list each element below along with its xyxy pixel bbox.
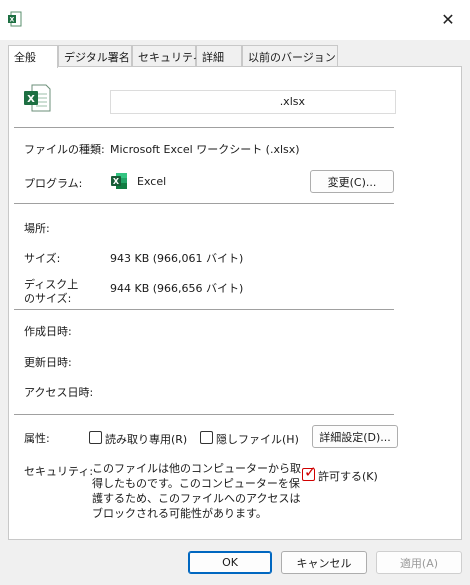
properties-dialog: X ✕ 全般 デジタル署名 セキュリティ 詳細 以前のバージョン X .xlsx… bbox=[0, 0, 470, 585]
allow-label[interactable]: 許可する(K) bbox=[318, 468, 378, 484]
tab-bar: 全般 デジタル署名 セキュリティ 詳細 以前のバージョン bbox=[8, 45, 462, 68]
ok-button[interactable]: OK bbox=[188, 551, 272, 574]
title-bar: X ✕ bbox=[0, 0, 470, 40]
attributes-label: 属性: bbox=[24, 432, 50, 445]
tab-security[interactable]: セキュリティ bbox=[132, 45, 203, 67]
svg-text:X: X bbox=[113, 177, 120, 186]
dates-values bbox=[95, 318, 247, 402]
excel-app-icon: X bbox=[110, 172, 128, 190]
apply-button[interactable]: 適用(A) bbox=[376, 551, 462, 574]
file-name-input[interactable]: .xlsx bbox=[110, 90, 396, 114]
hidden-label[interactable]: 隠しファイル(H) bbox=[216, 431, 299, 447]
tab-digital-signature[interactable]: デジタル署名 bbox=[58, 45, 132, 67]
svg-text:X: X bbox=[10, 17, 15, 24]
change-program-button[interactable]: 変更(C)... bbox=[310, 170, 394, 193]
created-label: 作成日時: bbox=[24, 325, 72, 338]
separator bbox=[14, 309, 394, 310]
location-value bbox=[102, 216, 282, 238]
hidden-checkbox[interactable] bbox=[200, 431, 213, 444]
accessed-label: アクセス日時: bbox=[24, 386, 94, 399]
size-on-disk-value: 944 KB (966,656 バイト) bbox=[110, 282, 244, 295]
separator bbox=[14, 203, 394, 204]
checkmark-icon: ✓ bbox=[304, 463, 317, 481]
program-value: Excel bbox=[137, 175, 167, 188]
close-icon[interactable]: ✕ bbox=[430, 6, 466, 32]
security-label: セキュリティ: bbox=[24, 465, 94, 478]
advanced-attributes-button[interactable]: 詳細設定(D)... bbox=[312, 425, 398, 448]
tab-previous-versions[interactable]: 以前のバージョン bbox=[242, 45, 338, 67]
tab-details[interactable]: 詳細 bbox=[196, 45, 242, 67]
modified-label: 更新日時: bbox=[24, 356, 72, 369]
file-type-label: ファイルの種類: bbox=[24, 143, 105, 156]
separator bbox=[14, 414, 394, 415]
security-warning-text: このファイルは他のコンピューターから取得したものです。このコンピューターを保護す… bbox=[92, 462, 301, 520]
program-label: プログラム: bbox=[24, 177, 83, 190]
separator bbox=[14, 127, 394, 128]
location-label: 場所: bbox=[24, 222, 50, 235]
excel-file-icon: X bbox=[8, 11, 22, 27]
readonly-checkbox[interactable] bbox=[89, 431, 102, 444]
cancel-button[interactable]: キャンセル bbox=[281, 551, 367, 574]
allow-checkbox[interactable]: ✓ bbox=[302, 463, 317, 481]
svg-text:X: X bbox=[27, 94, 35, 105]
file-name-extension: .xlsx bbox=[279, 95, 305, 108]
size-value: 943 KB (966,061 バイト) bbox=[110, 252, 244, 265]
file-type-value: Microsoft Excel ワークシート (.xlsx) bbox=[110, 143, 300, 156]
tab-general[interactable]: 全般 bbox=[8, 45, 58, 68]
size-label: サイズ: bbox=[24, 252, 61, 265]
excel-document-icon: X bbox=[22, 83, 52, 113]
readonly-label[interactable]: 読み取り専用(R) bbox=[105, 431, 187, 447]
size-on-disk-label-line2: のサイズ: bbox=[24, 292, 72, 305]
window-title-area bbox=[26, 4, 402, 36]
